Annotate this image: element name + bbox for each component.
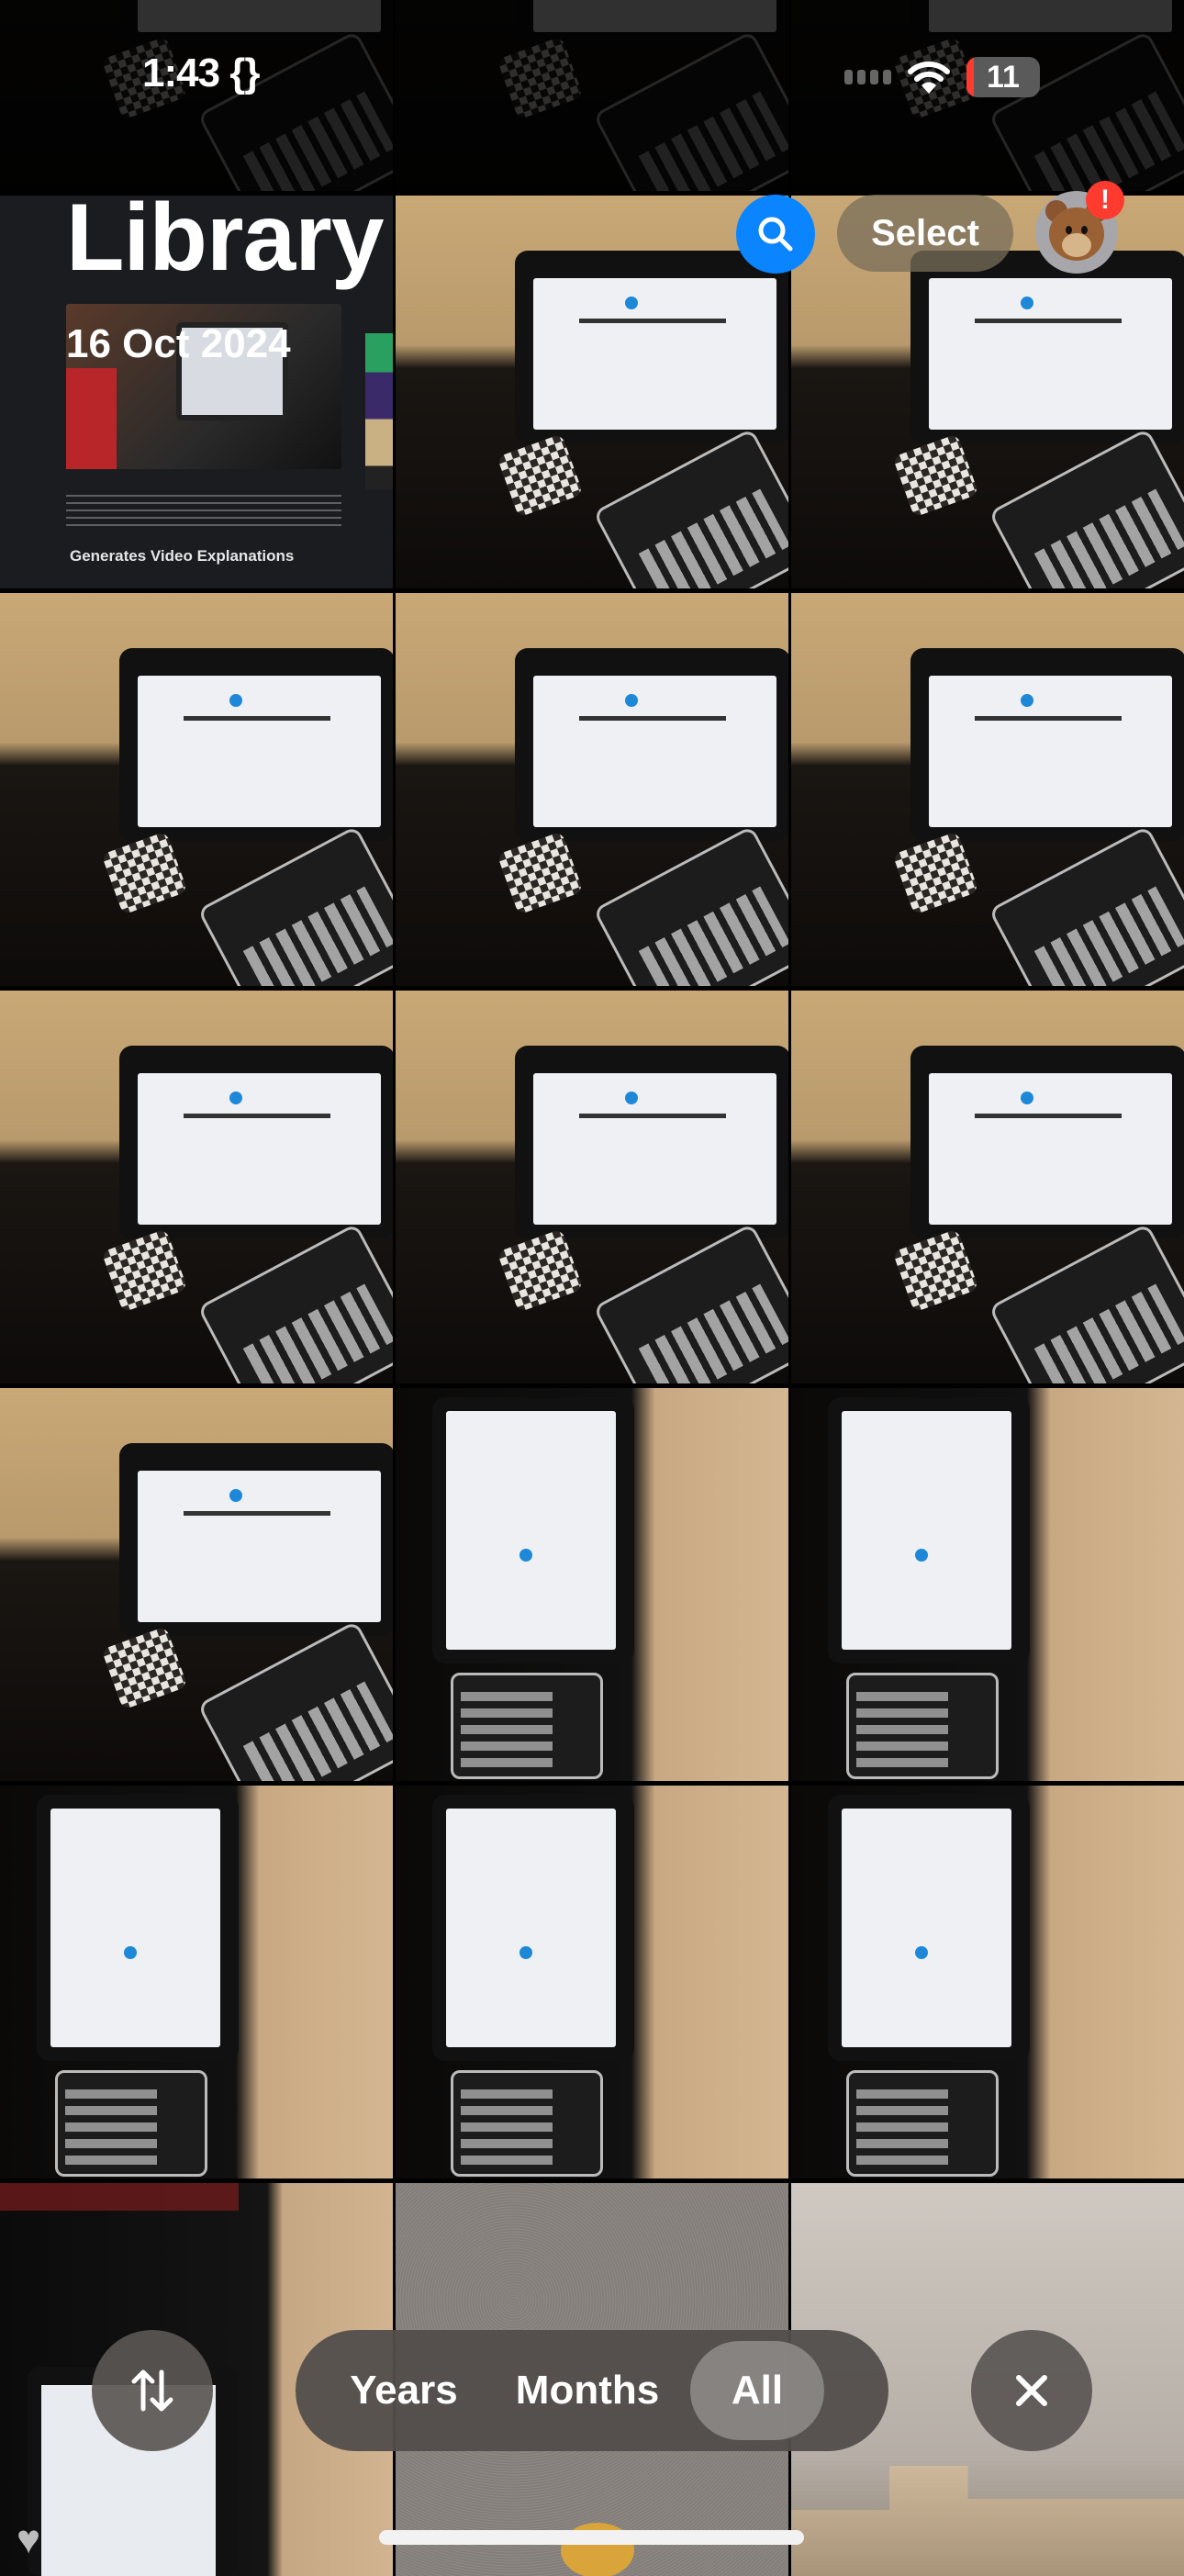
cellular-signal-icon xyxy=(844,70,891,84)
battery-level xyxy=(966,57,974,97)
segment-all[interactable]: All xyxy=(690,2341,824,2440)
photo-thumbnail[interactable] xyxy=(396,1786,788,2178)
heart-icon: ♥ xyxy=(17,2517,41,2562)
photo-caption-text: Generates Video Explanations xyxy=(70,547,295,565)
section-date: 16 Oct 2024 xyxy=(66,321,291,366)
photo-thumbnail[interactable] xyxy=(396,196,788,588)
photo-thumbnail[interactable] xyxy=(791,1786,1184,2178)
alert-badge: ! xyxy=(1086,181,1124,219)
segment-months[interactable]: Months xyxy=(514,2341,661,2440)
photo-thumbnail[interactable] xyxy=(396,593,788,986)
wifi-icon xyxy=(908,62,950,94)
search-button[interactable] xyxy=(736,195,815,274)
battery-indicator: 11 xyxy=(966,57,1040,97)
home-indicator[interactable] xyxy=(379,2530,804,2545)
status-icons: 11 xyxy=(844,57,1040,97)
page-title: Library xyxy=(66,185,385,291)
select-button[interactable]: Select xyxy=(837,195,1013,272)
sort-button[interactable] xyxy=(92,2330,213,2451)
battery-percent: 11 xyxy=(987,59,1020,95)
photo-thumbnail[interactable] xyxy=(791,991,1184,1383)
photo-thumbnail[interactable] xyxy=(396,991,788,1383)
segment-years[interactable]: Years xyxy=(349,2341,459,2440)
photo-thumbnail[interactable] xyxy=(396,1388,788,1781)
photo-thumbnail[interactable] xyxy=(0,1388,393,1781)
close-icon xyxy=(1016,2375,1047,2406)
photo-thumbnail[interactable] xyxy=(791,593,1184,986)
close-button[interactable] xyxy=(971,2330,1092,2451)
photo-thumbnail[interactable] xyxy=(791,1388,1184,1781)
photo-thumbnail[interactable] xyxy=(0,593,393,986)
photo-grid: Generates Video Explanations xyxy=(0,0,1184,2576)
sort-arrows-icon xyxy=(131,2369,173,2412)
view-segmented-control: Years Months All xyxy=(296,2330,888,2451)
search-icon xyxy=(758,217,793,252)
status-time: 1:43 {} xyxy=(142,50,261,95)
photo-thumbnail[interactable] xyxy=(0,991,393,1383)
photo-thumbnail[interactable] xyxy=(0,1786,393,2178)
